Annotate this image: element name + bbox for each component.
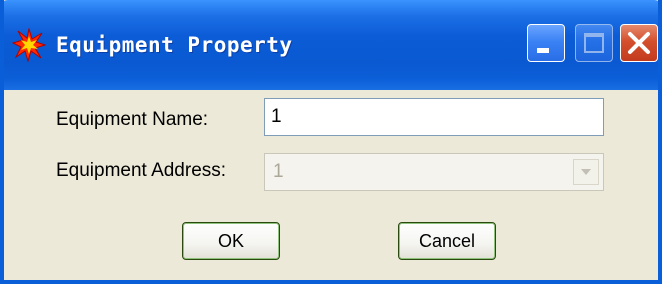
- equipment-property-dialog: Equipment Property Equipment Name: Equip…: [0, 0, 662, 284]
- title-bar[interactable]: Equipment Property: [4, 0, 658, 90]
- close-button[interactable]: [620, 24, 658, 62]
- window-title: Equipment Property: [56, 33, 293, 57]
- equipment-name-input[interactable]: [264, 98, 604, 136]
- maximize-button: [575, 24, 613, 62]
- equipment-name-label: Equipment Name:: [56, 109, 209, 130]
- equipment-address-label: Equipment Address:: [56, 160, 227, 181]
- equipment-address-select: 1: [264, 153, 604, 191]
- maximize-icon: [584, 33, 604, 53]
- chevron-down-icon: [581, 169, 591, 175]
- equipment-address-value: 1: [273, 161, 284, 182]
- explosion-star-icon: [12, 28, 46, 62]
- minimize-icon: [537, 48, 549, 53]
- close-icon: [628, 32, 650, 54]
- cancel-button[interactable]: Cancel: [398, 222, 496, 260]
- minimize-button[interactable]: [527, 24, 565, 62]
- dropdown-arrow-button: [573, 159, 599, 185]
- ok-button[interactable]: OK: [182, 222, 280, 260]
